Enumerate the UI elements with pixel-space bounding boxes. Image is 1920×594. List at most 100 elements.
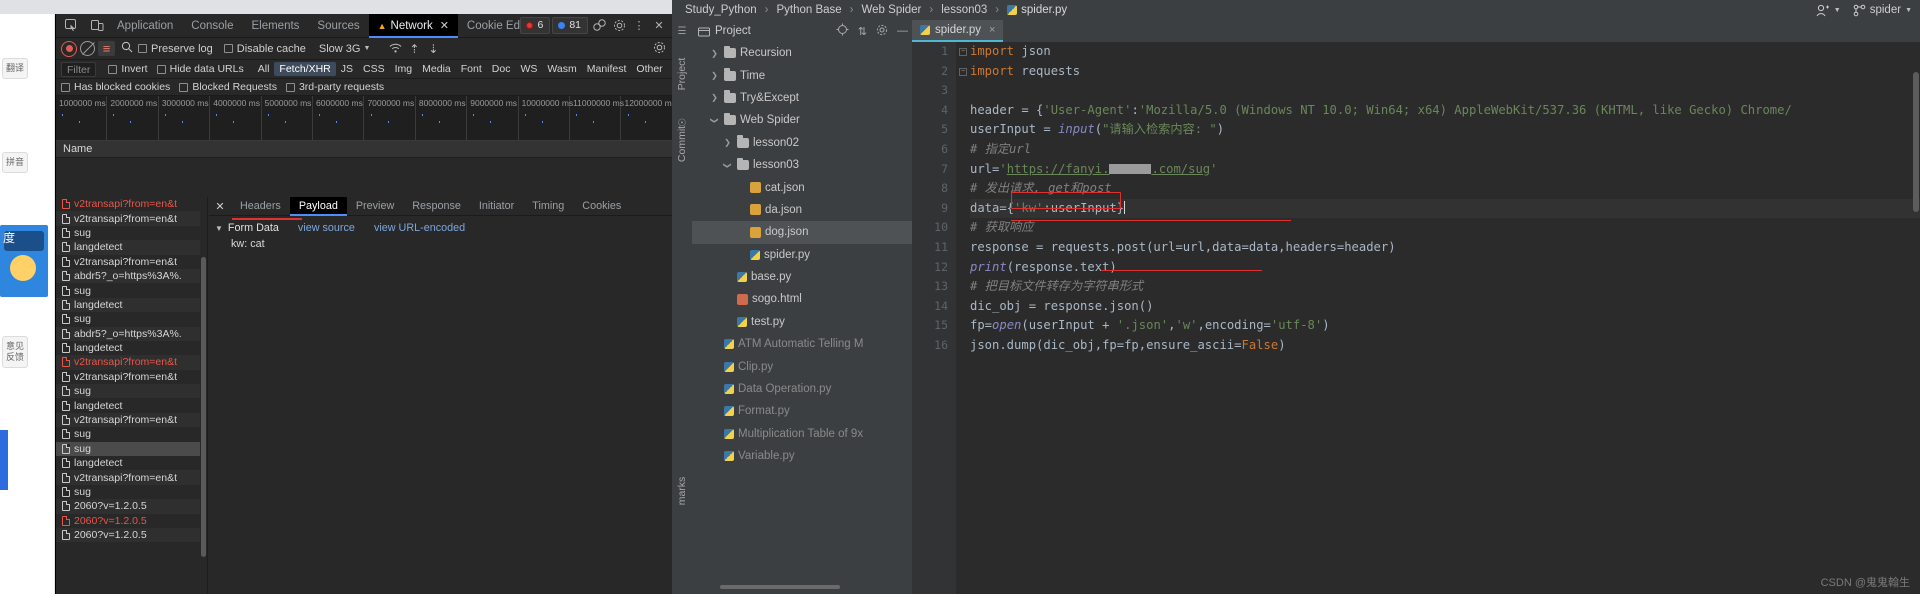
wifi-icon[interactable]: [387, 42, 403, 56]
code-editor[interactable]: 1 2 3 4 5 6 7 8 9 10 11 12 13 14 15 16 − − import json …: [912, 42, 1920, 594]
project-tree-hscrollbar[interactable]: [720, 585, 840, 589]
request-row[interactable]: langdetect: [56, 297, 207, 313]
tab-sources[interactable]: Sources: [308, 14, 368, 38]
tab-application[interactable]: Application: [108, 14, 182, 38]
details-tab-response[interactable]: Response: [403, 197, 470, 216]
request-row[interactable]: abdr5?_o=https%3A%.: [56, 268, 207, 284]
request-row[interactable]: langdetect: [56, 398, 207, 412]
form-data-section-header[interactable]: ▼ Form Data view source view URL-encoded: [209, 222, 673, 234]
filter-type-font[interactable]: Font: [456, 62, 487, 76]
breadcrumb-project[interactable]: Study_Python: [680, 4, 762, 16]
tree-item-da-json[interactable]: da.json: [692, 199, 912, 221]
tree-item-sogo-html[interactable]: sogo.html: [692, 288, 912, 310]
side-tab-feedback[interactable]: 意见 反馈: [2, 336, 28, 368]
request-row[interactable]: v2transapi?from=en&t: [56, 255, 207, 269]
chevron-right-icon[interactable]: ❯: [722, 138, 733, 147]
close-details-icon[interactable]: ✕: [209, 200, 231, 213]
request-row[interactable]: abdr5?_o=https%3A%.: [56, 326, 207, 341]
tab-console[interactable]: Console: [182, 14, 242, 38]
tab-elements[interactable]: Elements: [242, 14, 308, 38]
tool-window-bookmarks[interactable]: marks: [676, 455, 688, 527]
blocked-requests-checkbox[interactable]: Blocked Requests: [179, 81, 277, 93]
hide-panel-icon[interactable]: —: [897, 25, 908, 37]
tree-item-spider-py[interactable]: spider.py: [692, 244, 912, 266]
view-url-encoded-link[interactable]: view URL-encoded: [374, 222, 465, 234]
tree-item-format-py[interactable]: Format.py: [692, 400, 912, 422]
tree-item-time[interactable]: ❯ Time: [692, 64, 912, 86]
tree-item-cat-json[interactable]: cat.json: [692, 176, 912, 198]
editor-tab-spider-py[interactable]: spider.py ×: [912, 20, 1004, 42]
side-tab-spell[interactable]: 拼音: [2, 152, 28, 173]
commit-icon[interactable]: ☉: [676, 118, 688, 130]
tree-item-dog-json[interactable]: dog.json: [692, 221, 912, 244]
panel-options-gear-icon[interactable]: [876, 24, 888, 39]
filter-type-manifest[interactable]: Manifest: [582, 62, 632, 76]
clear-button[interactable]: [80, 41, 95, 56]
request-row[interactable]: 2060?v=1.2.0.5: [56, 514, 207, 528]
preserve-log-checkbox[interactable]: Preserve log: [138, 43, 213, 55]
details-tab-cookies[interactable]: Cookies: [573, 197, 630, 216]
tree-item-web-spider[interactable]: ❯ Web Spider: [692, 109, 912, 131]
details-tab-timing[interactable]: Timing: [523, 197, 573, 216]
filter-type-media[interactable]: Media: [417, 62, 456, 76]
more-options-icon[interactable]: ⋮: [630, 16, 648, 34]
tree-item-variable-py[interactable]: Variable.py: [692, 445, 912, 467]
info-badges[interactable]: 81: [552, 16, 588, 34]
has-blocked-cookies-checkbox[interactable]: Has blocked cookies: [61, 81, 170, 93]
search-icon[interactable]: [118, 41, 135, 56]
request-row[interactable]: v2transapi?from=en&t: [56, 370, 207, 384]
throttling-select[interactable]: Slow 3G ▼: [319, 43, 371, 55]
cookie-icon[interactable]: [590, 16, 608, 34]
fold-marker-icon[interactable]: −: [959, 68, 967, 76]
code-fold-gutter[interactable]: − −: [956, 42, 970, 594]
branch-chip[interactable]: spider ▼: [1853, 4, 1912, 17]
filter-type-fetch-xhr[interactable]: Fetch/XHR: [274, 62, 336, 76]
network-settings-gear-icon[interactable]: [653, 41, 666, 57]
close-icon[interactable]: ✕: [440, 14, 449, 38]
filter-type-img[interactable]: Img: [390, 62, 418, 76]
tree-item-lesson02[interactable]: ❯ lesson02: [692, 132, 912, 154]
request-row[interactable]: sug: [56, 441, 207, 457]
request-row[interactable]: v2transapi?from=en&t: [56, 470, 207, 485]
import-har-icon[interactable]: ⇡: [406, 42, 422, 56]
request-row[interactable]: v2transapi?from=en&t: [56, 211, 207, 226]
tree-item-atm-automatic-telling-m[interactable]: ATM Automatic Telling M: [692, 333, 912, 355]
breadcrumb-file[interactable]: spider.py: [1002, 4, 1072, 16]
device-toolbar-icon[interactable]: [86, 16, 108, 36]
tree-item-clip-py[interactable]: Clip.py: [692, 355, 912, 377]
filter-type-css[interactable]: CSS: [358, 62, 390, 76]
close-icon[interactable]: ×: [989, 24, 995, 36]
chevron-right-icon[interactable]: ❯: [709, 71, 720, 80]
filter-type-other[interactable]: Other: [631, 62, 667, 76]
chevron-right-icon[interactable]: ❯: [709, 49, 720, 58]
user-account-chip[interactable]: ▼: [1816, 4, 1841, 17]
export-har-icon[interactable]: ⇣: [425, 42, 441, 56]
side-tab-translate[interactable]: 翻译: [2, 58, 28, 79]
breadcrumb-python-base[interactable]: Python Base: [771, 4, 846, 16]
code-content[interactable]: import json import requests header = {'U…: [970, 42, 1920, 594]
request-row[interactable]: sug: [56, 485, 207, 499]
tree-item-data-operation-py[interactable]: Data Operation.py: [692, 378, 912, 400]
filter-type-doc[interactable]: Doc: [487, 62, 516, 76]
request-row[interactable]: v2transapi?from=en&t: [56, 355, 207, 370]
requests-scrollbar[interactable]: [200, 197, 207, 594]
details-tab-payload[interactable]: Payload: [289, 196, 347, 216]
request-row[interactable]: sug: [56, 226, 207, 240]
inspect-element-icon[interactable]: [60, 16, 82, 36]
project-tree[interactable]: ❯ Recursion ❯ Time ❯ Try&Except ❯ Web Spider ❯ le…: [692, 42, 912, 594]
tab-network[interactable]: ▲ Network ✕: [368, 13, 459, 38]
settings-gear-icon[interactable]: [610, 16, 628, 34]
filter-type-wasm[interactable]: Wasm: [542, 62, 581, 76]
issue-badges[interactable]: 6: [520, 16, 551, 34]
filter-type-ws[interactable]: WS: [515, 62, 542, 76]
chevron-right-icon[interactable]: ❯: [709, 93, 720, 102]
filter-type-js[interactable]: JS: [336, 62, 358, 76]
tree-item-lesson03[interactable]: ❯ lesson03: [692, 154, 912, 176]
request-row[interactable]: sug: [56, 384, 207, 399]
network-overview-timeline[interactable]: 1000000 ms 2000000 ms 3000000 ms 4000000 ms…: [56, 96, 672, 141]
request-row[interactable]: sug: [56, 427, 207, 441]
tree-item-try-except[interactable]: ❯ Try&Except: [692, 87, 912, 109]
invert-checkbox[interactable]: Invert: [108, 63, 148, 75]
details-tab-headers[interactable]: Headers: [231, 197, 290, 216]
locate-icon[interactable]: [836, 23, 849, 39]
